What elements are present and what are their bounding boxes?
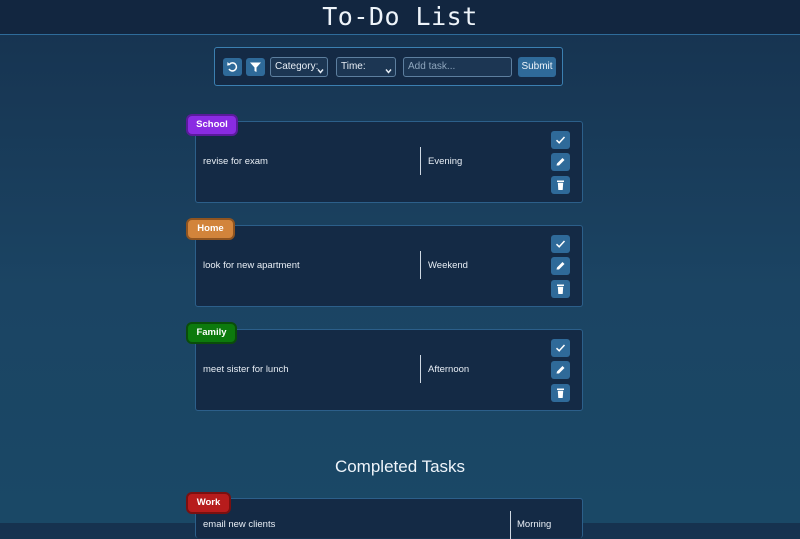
task-text: look for new apartment xyxy=(203,260,300,271)
chevron-down-icon xyxy=(385,63,392,81)
task-time: Weekend xyxy=(428,260,468,271)
edit-button[interactable] xyxy=(551,361,570,379)
edit-button[interactable] xyxy=(551,153,570,171)
category-select-value: Category: xyxy=(275,61,319,72)
task-time: Afternoon xyxy=(428,364,470,375)
completed-tasks-heading: Completed Tasks xyxy=(334,457,466,476)
category-select[interactable]: Category: xyxy=(270,57,328,77)
time-select-value: Time: xyxy=(341,61,366,72)
delete-button[interactable] xyxy=(551,176,570,194)
chevron-down-icon xyxy=(317,63,324,81)
delete-button[interactable] xyxy=(551,384,570,402)
complete-button[interactable] xyxy=(551,131,570,149)
category-badge: School xyxy=(186,114,238,136)
delete-button[interactable] xyxy=(551,280,570,298)
task-card: meet sister for lunch Afternoon xyxy=(195,329,583,411)
undo-button[interactable] xyxy=(223,58,242,76)
submit-button[interactable]: Submit xyxy=(518,57,556,77)
task-card: look for new apartment Weekend xyxy=(195,225,583,307)
category-badge: Home xyxy=(186,218,235,240)
time-select[interactable]: Time: xyxy=(336,57,396,77)
divider xyxy=(420,147,421,175)
divider xyxy=(510,511,511,539)
filter-button[interactable] xyxy=(246,58,265,76)
complete-button[interactable] xyxy=(551,235,570,253)
category-badge: Family xyxy=(186,322,237,344)
task-input[interactable]: Add task... xyxy=(403,57,512,77)
complete-button[interactable] xyxy=(551,339,570,357)
edit-button[interactable] xyxy=(551,257,570,275)
task-time: Evening xyxy=(428,156,463,167)
task-card: revise for exam Evening xyxy=(195,121,583,203)
task-toolbar: Category: Time: Add task... Submit xyxy=(214,47,563,86)
page-title: To-Do List xyxy=(322,2,478,31)
divider xyxy=(420,251,421,279)
task-time: Morning xyxy=(517,519,552,530)
completed-task-card: email new clients Morning xyxy=(195,498,583,539)
header-bar: To-Do List xyxy=(0,0,800,35)
task-text: meet sister for lunch xyxy=(203,364,289,375)
task-input-placeholder: Add task... xyxy=(408,61,456,72)
task-text: revise for exam xyxy=(203,156,268,167)
divider xyxy=(420,355,421,383)
task-text: email new clients xyxy=(203,519,276,530)
category-badge: Work xyxy=(186,492,231,514)
